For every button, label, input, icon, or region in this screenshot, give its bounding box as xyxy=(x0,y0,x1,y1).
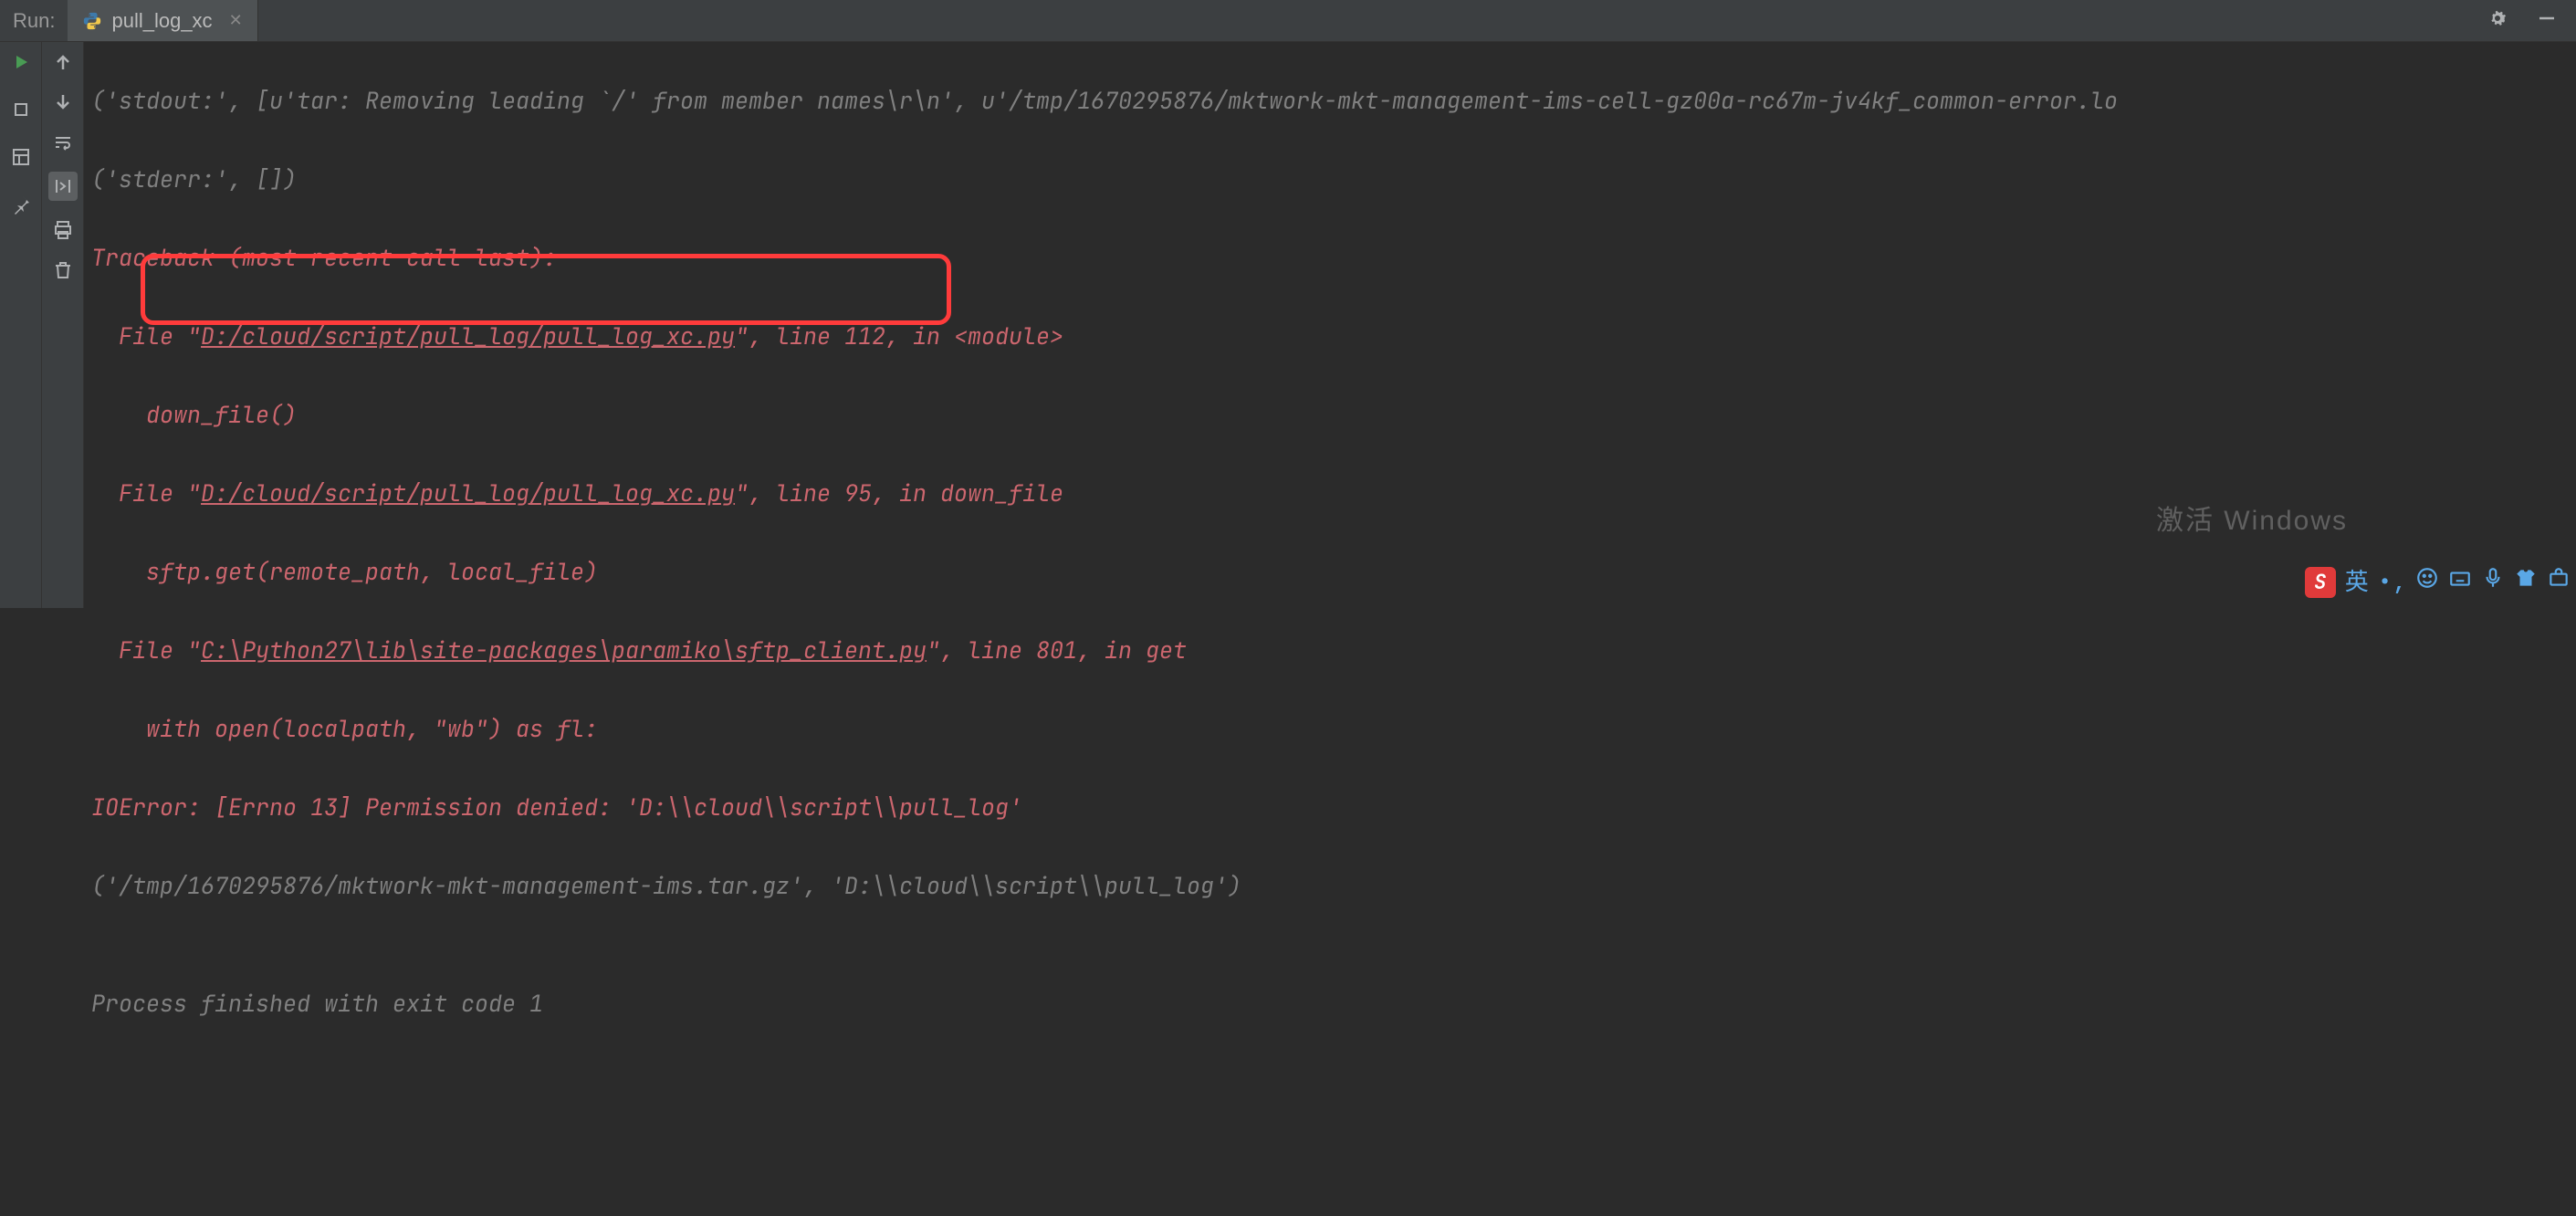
console-line: ('stdout:', [u'tar: Removing leading `/'… xyxy=(91,81,2569,121)
console-error-line: IOError: [Errno 13] Permission denied: '… xyxy=(91,788,2569,827)
console-exit-line: Process finished with exit code 1 xyxy=(91,984,2569,1023)
close-tab-icon[interactable]: ✕ xyxy=(229,11,243,30)
sogou-ime-icon[interactable]: S xyxy=(2305,567,2336,598)
up-arrow-icon[interactable] xyxy=(52,51,74,73)
console-line: ('stderr:', []) xyxy=(91,160,2569,199)
run-left-gutter xyxy=(0,42,42,608)
print-icon[interactable] xyxy=(52,219,74,241)
console-line: ('/tmp/1670295876/mktwork-mkt-management… xyxy=(91,866,2569,906)
stop-icon[interactable] xyxy=(10,99,32,121)
scroll-to-end-icon[interactable] xyxy=(48,172,78,201)
rerun-icon[interactable] xyxy=(10,51,32,73)
ime-skin-icon[interactable] xyxy=(2514,562,2538,602)
run-tab[interactable]: pull_log_xc ✕ xyxy=(68,0,257,41)
down-arrow-icon[interactable] xyxy=(52,91,74,113)
console-line: Traceback (most recent call last): xyxy=(91,238,2569,278)
ime-toolbox-icon[interactable] xyxy=(2547,562,2571,602)
ime-toolbar[interactable]: S 英 •, xyxy=(2305,561,2571,603)
ime-lang-indicator[interactable]: 英 xyxy=(2345,561,2369,603)
tab-label: pull_log_xc xyxy=(111,9,212,33)
run-panel-label: Run: xyxy=(0,9,68,33)
minimize-icon[interactable] xyxy=(2536,7,2558,35)
console-line: down_file() xyxy=(91,395,2569,435)
python-file-icon xyxy=(82,11,102,31)
file-link[interactable]: C:\Python27\lib\site-packages\paramiko\s… xyxy=(201,634,927,666)
tool-window-actions xyxy=(2487,7,2576,35)
console-line: with open(localpath, "wb") as fl: xyxy=(91,709,2569,749)
console-line: File "D:/cloud/script/pull_log/pull_log_… xyxy=(91,317,2569,356)
settings-icon[interactable] xyxy=(2487,7,2508,35)
file-link[interactable]: D:/cloud/script/pull_log/pull_log_xc.py xyxy=(201,477,735,508)
pin-icon[interactable] xyxy=(10,194,32,215)
ime-emoji-icon[interactable] xyxy=(2415,562,2439,602)
ime-keyboard-icon[interactable] xyxy=(2448,562,2472,602)
layout-icon[interactable] xyxy=(10,146,32,168)
soft-wrap-icon[interactable] xyxy=(52,131,74,153)
trash-icon[interactable] xyxy=(52,259,74,281)
run-toolbar-gutter xyxy=(42,42,84,608)
ime-punct-indicator[interactable]: •, xyxy=(2378,561,2406,603)
ime-mic-icon[interactable] xyxy=(2481,562,2505,602)
file-link[interactable]: D:/cloud/script/pull_log/pull_log_xc.py xyxy=(201,320,735,351)
console-output[interactable]: ('stdout:', [u'tar: Removing leading `/'… xyxy=(84,42,2576,608)
tool-window-header: Run: pull_log_xc ✕ xyxy=(0,0,2576,42)
console-line: File "C:\Python27\lib\site-packages\para… xyxy=(91,631,2569,670)
